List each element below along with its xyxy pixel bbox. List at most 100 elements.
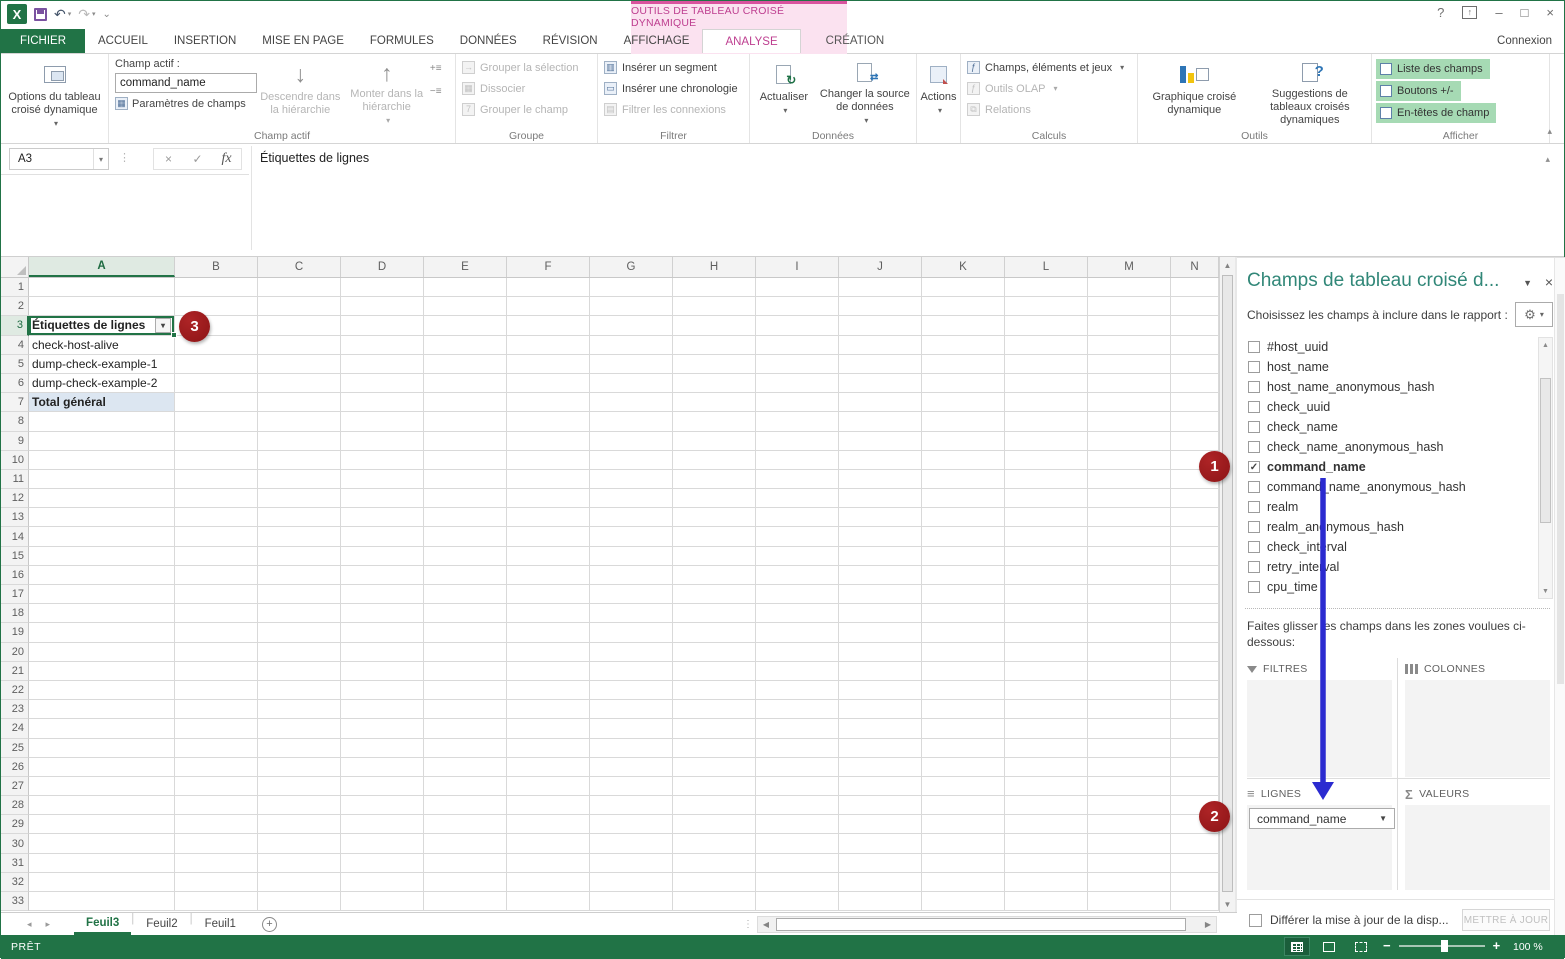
cell-I25[interactable] [756, 739, 839, 758]
sheet-nav-arrows[interactable]: ◂▸ [1, 919, 74, 930]
cell-I26[interactable] [756, 758, 839, 777]
cell-H3[interactable] [673, 316, 756, 335]
zoom-slider[interactable] [1399, 945, 1485, 947]
cell-H28[interactable] [673, 796, 756, 815]
cell-D10[interactable] [341, 451, 424, 470]
cell-I6[interactable] [756, 374, 839, 393]
cell-A14[interactable] [29, 527, 175, 546]
row-header-33[interactable]: 33 [1, 892, 29, 911]
undo-icon[interactable]: ↶ [54, 7, 66, 21]
cell-F27[interactable] [507, 777, 590, 796]
row-header-21[interactable]: 21 [1, 662, 29, 681]
cell-I20[interactable] [756, 643, 839, 662]
cell-E4[interactable] [424, 336, 507, 355]
cell-L2[interactable] [1005, 297, 1088, 316]
cell-E15[interactable] [424, 547, 507, 566]
active-field-input[interactable] [115, 73, 257, 93]
cell-D27[interactable] [341, 777, 424, 796]
column-header-e[interactable]: E [424, 257, 507, 277]
cell-C2[interactable] [258, 297, 341, 316]
cell-D9[interactable] [341, 432, 424, 451]
cell-D24[interactable] [341, 719, 424, 738]
cell-H7[interactable] [673, 393, 756, 412]
cell-G32[interactable] [590, 873, 673, 892]
cell-J13[interactable] [839, 508, 922, 527]
cell-I23[interactable] [756, 700, 839, 719]
cell-N5[interactable] [1171, 355, 1219, 374]
cell-H24[interactable] [673, 719, 756, 738]
row-header-15[interactable]: 15 [1, 547, 29, 566]
cell-D11[interactable] [341, 470, 424, 489]
cell-L32[interactable] [1005, 873, 1088, 892]
cell-N33[interactable] [1171, 892, 1219, 911]
cell-K6[interactable] [922, 374, 1005, 393]
cell-I33[interactable] [756, 892, 839, 911]
cell-A2[interactable] [29, 297, 175, 316]
cell-N19[interactable] [1171, 623, 1219, 642]
tab-creation[interactable]: CRÉATION [801, 29, 910, 53]
pane-scroll-thumb[interactable] [1557, 294, 1564, 684]
cell-C21[interactable] [258, 662, 341, 681]
cell-A17[interactable] [29, 585, 175, 604]
cell-M26[interactable] [1088, 758, 1171, 777]
cell-H12[interactable] [673, 489, 756, 508]
horizontal-scrollbar[interactable]: ◀ ▶ [757, 916, 1217, 933]
cell-F25[interactable] [507, 739, 590, 758]
cell-G31[interactable] [590, 854, 673, 873]
cell-N16[interactable] [1171, 566, 1219, 585]
cell-A6[interactable]: dump-check-example-2 [29, 374, 175, 393]
cell-I4[interactable] [756, 336, 839, 355]
columns-area[interactable]: COLONNES [1405, 658, 1550, 777]
cell-C28[interactable] [258, 796, 341, 815]
cell-A1[interactable] [29, 278, 175, 297]
field-checkbox-realm-anonymous-hash[interactable] [1248, 521, 1260, 533]
cell-E21[interactable] [424, 662, 507, 681]
column-header-c[interactable]: C [258, 257, 341, 277]
cell-C16[interactable] [258, 566, 341, 585]
cell-I31[interactable] [756, 854, 839, 873]
row-header-2[interactable]: 2 [1, 297, 29, 316]
cell-B10[interactable] [175, 451, 258, 470]
row-header-1[interactable]: 1 [1, 278, 29, 297]
cell-G3[interactable] [590, 316, 673, 335]
name-box[interactable]: A3 ▾ [9, 148, 109, 170]
sheet-tab-feuil2[interactable]: Feuil2 [134, 913, 189, 935]
account-link[interactable]: Connexion [1497, 29, 1564, 53]
cell-I13[interactable] [756, 508, 839, 527]
cell-K11[interactable] [922, 470, 1005, 489]
cell-A24[interactable] [29, 719, 175, 738]
cell-L18[interactable] [1005, 604, 1088, 623]
change-data-source-button[interactable]: ⇄ Changer la source de données▾ [818, 57, 912, 127]
cell-N7[interactable] [1171, 393, 1219, 412]
defer-layout-checkbox[interactable] [1249, 914, 1262, 927]
column-header-b[interactable]: B [175, 257, 258, 277]
cell-J20[interactable] [839, 643, 922, 662]
cell-I32[interactable] [756, 873, 839, 892]
cell-K8[interactable] [922, 412, 1005, 431]
ribbon-item-champs-elements-et-jeux[interactable]: ƒChamps, éléments et jeux▾ [965, 57, 1133, 78]
field-command-name[interactable]: ✓command_name [1241, 457, 1553, 477]
column-header-h[interactable]: H [673, 257, 756, 277]
cell-C29[interactable] [258, 815, 341, 834]
cell-B11[interactable] [175, 470, 258, 489]
cell-K9[interactable] [922, 432, 1005, 451]
cell-K24[interactable] [922, 719, 1005, 738]
cell-D28[interactable] [341, 796, 424, 815]
cell-G10[interactable] [590, 451, 673, 470]
cell-N23[interactable] [1171, 700, 1219, 719]
zoom-in-icon[interactable]: + [1493, 938, 1501, 953]
new-sheet-icon[interactable]: + [262, 917, 277, 932]
cell-M32[interactable] [1088, 873, 1171, 892]
columns-drop-zone[interactable] [1405, 680, 1550, 777]
cell-G8[interactable] [590, 412, 673, 431]
cell-K27[interactable] [922, 777, 1005, 796]
cell-L21[interactable] [1005, 662, 1088, 681]
pane-tools-button[interactable]: ⚙▾ [1515, 302, 1553, 327]
row-header-31[interactable]: 31 [1, 854, 29, 873]
cell-B27[interactable] [175, 777, 258, 796]
cell-B24[interactable] [175, 719, 258, 738]
cell-I27[interactable] [756, 777, 839, 796]
cell-N26[interactable] [1171, 758, 1219, 777]
cell-E16[interactable] [424, 566, 507, 585]
field-scroll-thumb[interactable] [1540, 378, 1551, 523]
